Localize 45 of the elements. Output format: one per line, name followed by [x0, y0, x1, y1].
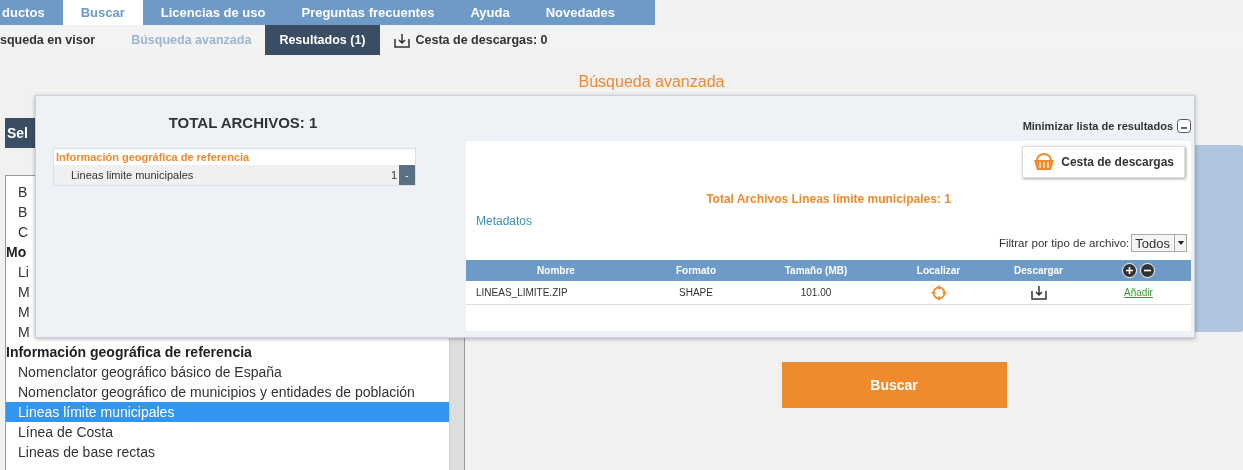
minus-icon[interactable] — [1140, 263, 1155, 278]
type-select[interactable]: Todos — [1131, 234, 1187, 252]
column-header: Formato — [675, 265, 717, 276]
nav-tab[interactable]: Buscar — [62, 0, 143, 25]
basket-icon — [1033, 153, 1056, 171]
page-title: Búsqueda avanzada — [578, 73, 725, 90]
filter-label: Filtrar por tipo de archivo: — [998, 237, 1130, 249]
column-header: Nombre — [536, 265, 576, 276]
list-item[interactable]: Nomenclator geográfico de municipios y entidades de población — [6, 382, 449, 402]
column-header: Tamaño (MB) — [783, 265, 849, 276]
item-count: 1 — [390, 169, 397, 181]
column-header: Descargar — [1013, 265, 1064, 276]
basket-count: Cesta de descargas: 0 — [415, 33, 548, 47]
group-label: Información geográfica de referencia — [6, 343, 253, 362]
basket-button[interactable]: Cesta de descargas — [1022, 146, 1185, 178]
list-item[interactable]: Lineas de base rectas — [6, 442, 449, 462]
table-cell-text: 101.00 — [799, 287, 833, 298]
metadata-link[interactable]: Metadatos — [476, 214, 533, 228]
nav-tab[interactable]: Licencias de uso — [142, 0, 284, 25]
nav-tab[interactable]: Ayuda — [452, 0, 528, 25]
table-cell-text: LINEAS_LIMITE.ZIP — [475, 287, 569, 298]
add-link[interactable]: Añadir — [1124, 287, 1153, 298]
download-icon[interactable] — [1030, 285, 1047, 300]
tree-group: Información geográfica de referencia — [54, 149, 415, 165]
plus-icon[interactable] — [1122, 263, 1137, 278]
list-item[interactable]: Lineas límite municipales — [6, 402, 449, 422]
column-header: Localizar — [915, 265, 962, 276]
summary-text: Total Archivos Lineas límite municipales: 1 — [705, 192, 952, 206]
list-item[interactable]: Línea de Costa — [6, 422, 449, 442]
group-label: Mo — [6, 243, 28, 262]
minimize-label: Minimizar lista de resultados — [1022, 120, 1173, 132]
tree-item[interactable]: Lineas limite municipales — [71, 169, 391, 181]
collapse-button[interactable]: - — [399, 165, 415, 185]
caret-icon — [1177, 241, 1184, 245]
sub-tab[interactable]: Resultados (1) — [265, 25, 380, 55]
nav-tab[interactable]: ductos — [0, 0, 63, 25]
search-button[interactable]: Buscar — [781, 362, 1007, 408]
list-item[interactable]: Nomenclator geográfico básico de España — [6, 362, 449, 382]
sub-tab[interactable]: Búsqueda avanzada — [117, 25, 266, 55]
nav-tab[interactable]: Preguntas frecuentes — [283, 0, 453, 25]
sub-tab[interactable]: squeda en visor — [0, 25, 118, 55]
table-cell-text: SHAPE — [678, 287, 714, 298]
download-icon — [393, 32, 410, 48]
nav-tab[interactable]: Novedades — [527, 0, 634, 25]
minimize-icon[interactable] — [1177, 119, 1191, 133]
